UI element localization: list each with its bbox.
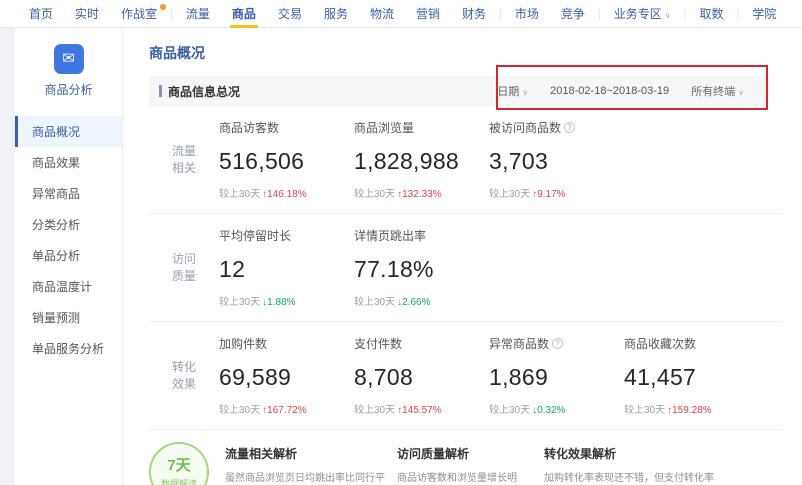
title-tick-icon [159,85,162,97]
metric-product-pageviews: 商品浏览量 1,828,988 较上30天↑132.33% [354,119,489,200]
section-label: 流量相关 [149,119,219,200]
date-filter-dropdown[interactable]: 日期∨ [497,83,528,99]
sidebar-item-category-analysis[interactable]: 分类分析 [15,209,122,240]
panel-header: 商品信息总况 日期∨ 2018-02-18~2018-03-19 所有终端∨ [149,76,768,106]
panel-title: 商品信息总况 [159,83,240,100]
nav-divider: | [684,8,687,20]
sidebar-item-product-overview[interactable]: 商品概况 [15,116,122,147]
nav-item-home[interactable]: 首页 [18,0,64,28]
insight-traffic: 流量相关解析 虽然商品浏览页日均跳出率比同行平均好，但平均停留时间低于同行平均，… [225,442,385,485]
nav-item-service[interactable]: 服务 [313,0,359,28]
visit-quality-metrics-row: 访问质量 平均停留时长 12 较上30天↓1.88% 详情页跳出率 77.18%… [149,213,782,321]
nav-item-data-extract[interactable]: 取数 [689,0,735,28]
traffic-metrics-row: 流量相关 商品访客数 516,506 较上30天↑146.18% 商品浏览量 1… [149,106,782,213]
data-interpretation-section: 7天 数据解读 流量相关解析 虽然商品浏览页日均跳出率比同行平均好，但平均停留时… [149,429,782,485]
nav-divider: | [598,8,601,20]
metric-detail-bounce-rate: 详情页跳出率 77.18% 较上30天↓2.66% [354,227,489,308]
conversion-metrics-row: 转化效果 加购件数 69,589 较上30天↑167.72% 支付件数 8,70… [149,321,782,429]
nav-item-market[interactable]: 市场 [504,0,550,28]
nav-divider: | [737,8,740,20]
section-label: 访问质量 [149,227,219,308]
nav-item-marketing[interactable]: 营销 [405,0,451,28]
left-gutter [0,28,15,485]
metric-paid-items: 支付件数 8,708 较上30天↑145.57% [354,335,489,416]
insight-visit-quality: 访问质量解析 商品访客数和浏览量增长明显，但平均停留时长低于同行平均，建议优化商… [397,442,532,485]
sidebar-item-single-product-service[interactable]: 单品服务分析 [15,333,122,364]
metric-cart-adds: 加购件数 69,589 较上30天↑167.72% [219,335,354,416]
sidebar-menu: 商品概况 商品效果 异常商品 分类分析 单品分析 商品温度计 销量预测 单品服务… [15,116,122,364]
sidebar-item-abnormal-products[interactable]: 异常商品 [15,178,122,209]
metric-visited-products: 被访问商品数? 3,703 较上30天↑9.17% [489,119,624,200]
chevron-down-icon: ∨ [738,88,744,97]
nav-item-products[interactable]: 商品 [221,0,267,28]
nav-item-finance[interactable]: 财务 [451,0,497,28]
metric-abnormal-products: 异常商品数? 1,869 较上30天↓0.32% [489,335,624,416]
war-room-badge-icon [160,4,166,10]
nav-item-traffic[interactable]: 流量 [175,0,221,28]
product-analysis-icon: ✉ [54,44,84,74]
sidebar-item-product-thermometer[interactable]: 商品温度计 [15,271,122,302]
nav-item-realtime[interactable]: 实时 [64,0,110,28]
nav-divider: | [499,8,502,20]
main-content: 商品概况 商品信息总况 日期∨ 2018-02-18~2018-03-19 所有… [123,28,802,485]
metric-product-favorites: 商品收藏次数 41,457 较上30天↑159.28% [624,335,759,416]
sidebar-item-product-effect[interactable]: 商品效果 [15,147,122,178]
date-range-value[interactable]: 2018-02-18~2018-03-19 [550,85,669,97]
filter-bar: 日期∨ 2018-02-18~2018-03-19 所有终端∨ [497,83,744,99]
nav-item-war-room[interactable]: 作战室 [110,0,168,28]
insight-conversion: 转化效果解析 加购转化率表现还不错，但支付转化率低于同行平均，赶快到常青商品去使… [544,442,714,485]
chevron-down-icon: ∨ [522,88,528,97]
seven-day-badge: 7天 数据解读 [149,442,209,485]
sidebar-group-title: 商品分析 [15,81,122,98]
terminal-filter-dropdown[interactable]: 所有终端∨ [691,83,744,99]
chevron-down-icon: ∨ [665,11,671,20]
sidebar-group-header: ✉ 商品分析 [15,28,122,112]
sidebar-item-single-product-analysis[interactable]: 单品分析 [15,240,122,271]
metric-product-visitors: 商品访客数 516,506 较上30天↑146.18% [219,119,354,200]
sidebar-item-sales-forecast[interactable]: 销量预测 [15,302,122,333]
metric-avg-stay-duration: 平均停留时长 12 较上30天↓1.88% [219,227,354,308]
help-icon[interactable]: ? [564,122,575,133]
nav-item-business-zone[interactable]: 业务专区∨ [603,0,682,28]
section-label: 转化效果 [149,335,219,416]
nav-item-academy[interactable]: 学院 [741,0,787,28]
nav-item-trade[interactable]: 交易 [267,0,313,28]
top-navigation: 首页 实时 作战室 | 流量 商品 交易 服务 物流 营销 财务 | 市场 竞争… [0,0,802,28]
page-title: 商品概况 [149,43,782,63]
screen: 首页 实时 作战室 | 流量 商品 交易 服务 物流 营销 财务 | 市场 竞争… [0,0,802,485]
nav-item-competition[interactable]: 竞争 [550,0,596,28]
nav-item-logistics[interactable]: 物流 [359,0,405,28]
help-icon[interactable]: ? [552,338,563,349]
sidebar: ✉ 商品分析 商品概况 商品效果 异常商品 分类分析 单品分析 商品温度计 销量… [15,28,123,485]
nav-divider: | [170,8,173,20]
